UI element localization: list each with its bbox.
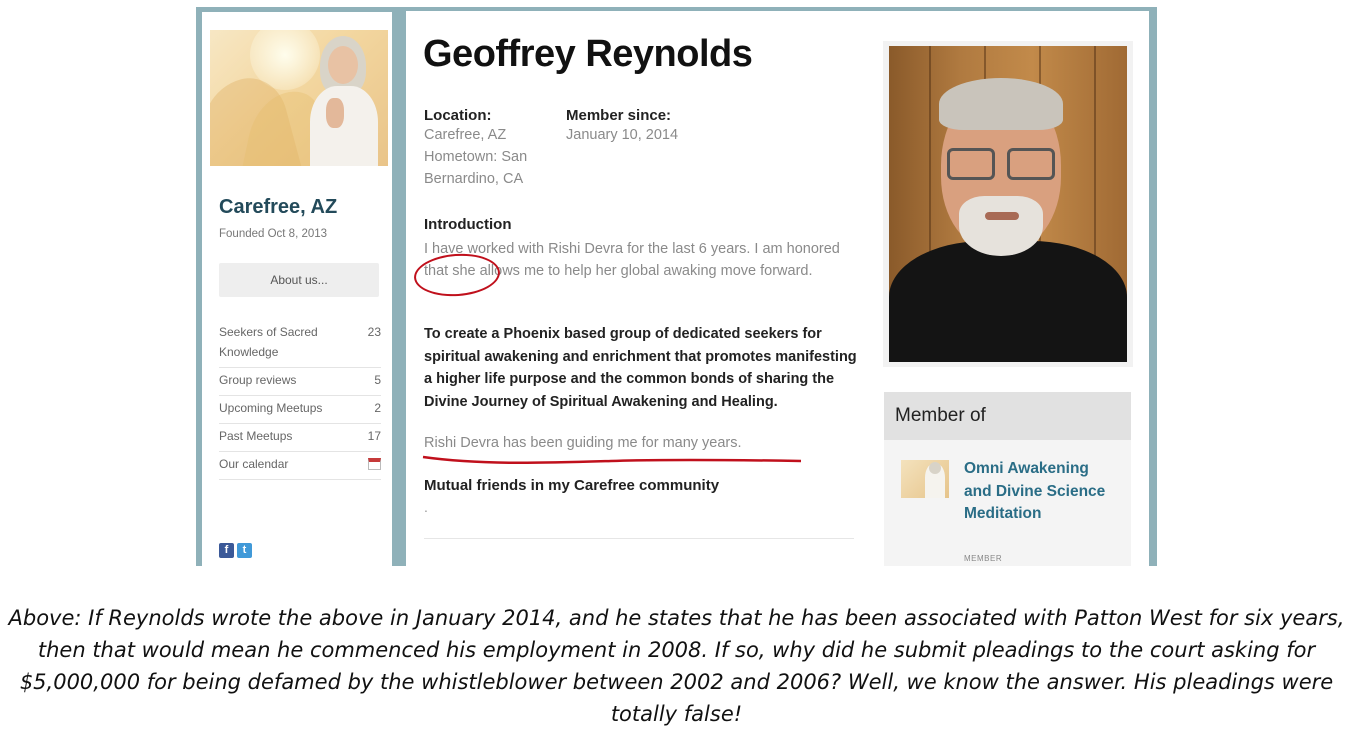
location-block: Location: Carefree, AZ Hometown: San Ber…: [424, 107, 564, 190]
stat-label: Past Meetups: [219, 429, 293, 443]
stat-count: 23: [367, 325, 381, 339]
stat-upcoming-meetups[interactable]: Upcoming Meetups 2: [219, 396, 381, 424]
group-photo[interactable]: [210, 30, 388, 166]
member-of-panel: Member of Omni Awakening and Divine Scie…: [884, 392, 1131, 566]
profile-name: Geoffrey Reynolds: [423, 33, 753, 75]
hometown-value: Hometown: San Bernardino, CA: [424, 149, 528, 187]
location-label: Location:: [424, 107, 492, 124]
member-since-label: Member since:: [566, 107, 672, 124]
red-underline-annotation: [422, 455, 802, 465]
social-links: f t: [219, 543, 252, 558]
member-group-link[interactable]: Omni Awakening and Divine Science Medita…: [964, 458, 1114, 526]
member-since-value: January 10, 2014: [566, 127, 679, 143]
mutual-friends-label: Mutual friends in my Carefree community: [424, 477, 720, 494]
stat-count: 5: [374, 373, 381, 387]
stat-label: Seekers of Sacred Knowledge: [219, 325, 318, 359]
group-sidebar: Carefree, AZ Founded Oct 8, 2013 About u…: [202, 12, 392, 566]
stat-count: 17: [367, 429, 381, 443]
profile-photo[interactable]: [883, 41, 1133, 367]
group-stats-list: Seekers of Sacred Knowledge 23 Group rev…: [219, 320, 381, 480]
group-thumbnail[interactable]: [901, 460, 949, 498]
about-us-button[interactable]: About us...: [219, 263, 379, 297]
stat-label: Group reviews: [219, 373, 297, 387]
group-city-title[interactable]: Carefree, AZ: [219, 196, 337, 219]
guiding-text: Rishi Devra has been guiding me for many…: [424, 435, 742, 451]
profile-screenshot: Carefree, AZ Founded Oct 8, 2013 About u…: [196, 7, 1157, 566]
stat-past-meetups[interactable]: Past Meetups 17: [219, 424, 381, 452]
profile-main: Geoffrey Reynolds Location: Carefree, AZ…: [406, 11, 1149, 566]
founded-date: Founded Oct 8, 2013: [219, 228, 328, 240]
calendar-icon: [368, 458, 381, 470]
twitter-icon[interactable]: t: [237, 543, 252, 558]
stat-our-calendar[interactable]: Our calendar: [219, 452, 381, 480]
stat-label: Upcoming Meetups: [219, 401, 323, 415]
location-value: Carefree, AZ: [424, 127, 507, 143]
group-mission-text: To create a Phoenix based group of dedic…: [424, 326, 857, 410]
image-caption: Above: If Reynolds wrote the above in Ja…: [8, 606, 1345, 726]
member-role: MEMBER: [964, 554, 1003, 563]
member-since-block: Member since: January 10, 2014: [566, 107, 746, 146]
stat-count: 2: [374, 401, 381, 415]
stat-group-reviews[interactable]: Group reviews 5: [219, 368, 381, 396]
member-of-heading: Member of: [884, 392, 1131, 440]
divider: [424, 538, 854, 539]
stat-members[interactable]: Seekers of Sacred Knowledge 23: [219, 320, 381, 368]
introduction-label: Introduction: [424, 216, 512, 233]
mutual-friends-list: .: [424, 499, 428, 515]
stat-label: Our calendar: [219, 457, 289, 471]
facebook-icon[interactable]: f: [219, 543, 234, 558]
